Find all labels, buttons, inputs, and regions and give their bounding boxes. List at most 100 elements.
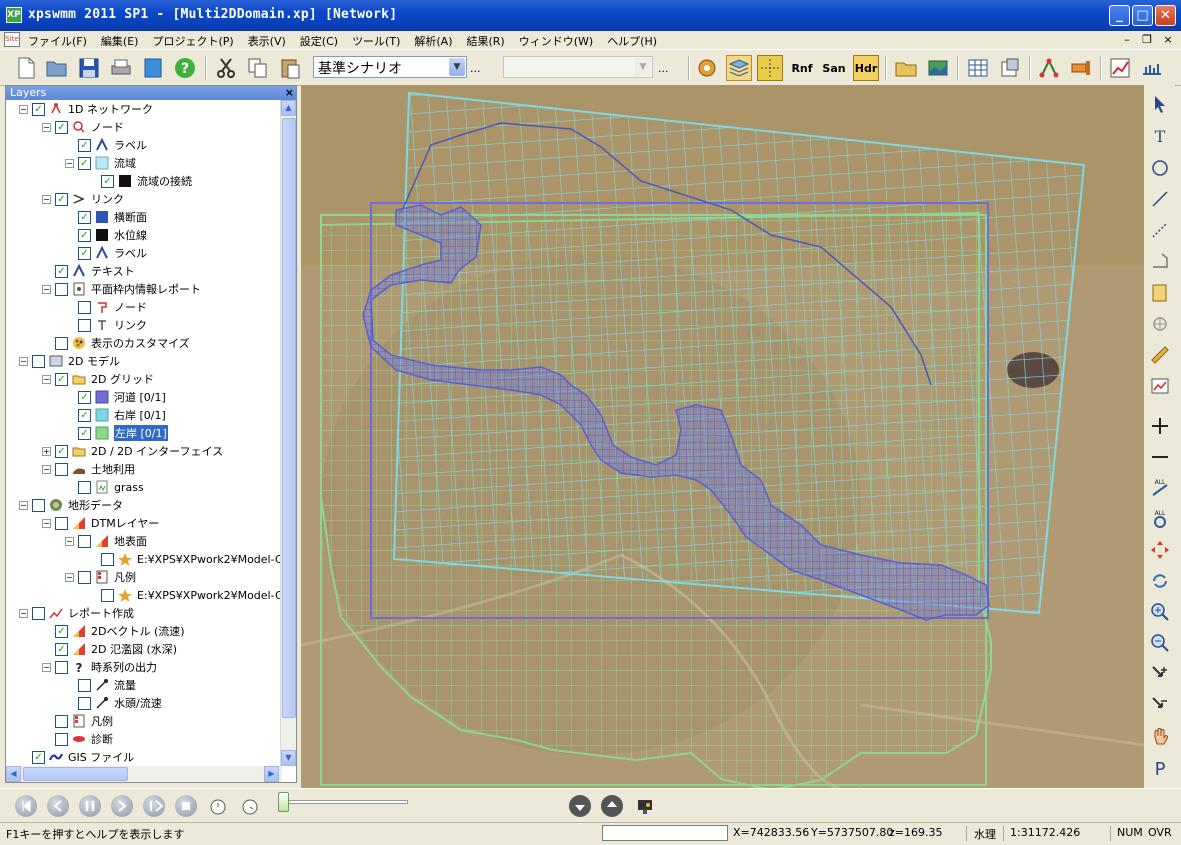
layer-row[interactable]: ✓ ラベル	[65, 136, 147, 154]
mdi-restore-button[interactable]: ❐	[1139, 33, 1155, 46]
step-forward-icon[interactable]	[111, 795, 133, 817]
timer-minus-icon[interactable]	[239, 795, 261, 817]
collapse-icon[interactable]: −	[42, 284, 51, 294]
minimize-button[interactable]: _	[1109, 5, 1130, 26]
zoom-out-icon[interactable]	[1147, 630, 1173, 656]
copy-icon[interactable]	[245, 55, 271, 81]
menu-item[interactable]: ファイル(F)	[28, 33, 87, 49]
play-icon[interactable]	[143, 795, 165, 817]
layer-visibility-checkbox[interactable]	[55, 714, 68, 728]
close-button[interactable]: ✕	[1155, 5, 1176, 26]
collapse-icon[interactable]: −	[42, 662, 51, 672]
collapse-icon[interactable]: −	[42, 464, 51, 474]
graph-icon[interactable]	[1147, 373, 1173, 399]
scroll-down-icon[interactable]: ▼	[281, 750, 296, 766]
grid-snap-icon[interactable]	[757, 55, 783, 81]
layer-row[interactable]: ✓ 水位線	[65, 226, 147, 244]
layer-visibility-checkbox[interactable]	[55, 516, 68, 530]
layer-row[interactable]: ✓ GIS ファイル	[19, 748, 134, 766]
select-arrow-icon[interactable]	[1147, 91, 1173, 117]
properties-icon[interactable]	[997, 55, 1023, 81]
layer-visibility-checkbox[interactable]: ✓	[55, 624, 68, 638]
layer-row[interactable]: 表示のカスタマイズ	[42, 334, 190, 352]
layer-visibility-checkbox[interactable]: ✓	[55, 372, 68, 386]
table-icon[interactable]	[965, 55, 991, 81]
move-down-icon[interactable]	[569, 795, 591, 817]
layer-visibility-checkbox[interactable]: ✓	[55, 192, 68, 206]
ruler-icon[interactable]	[1147, 342, 1173, 368]
layer-row[interactable]: − ✓ 2D グリッド	[42, 370, 154, 388]
collapse-icon[interactable]: −	[19, 356, 28, 366]
layer-visibility-checkbox[interactable]: ✓	[78, 210, 91, 224]
layer-row[interactable]: ✓ 右岸 [0/1]	[65, 406, 166, 424]
layer-visibility-checkbox[interactable]	[55, 462, 68, 476]
layer-row[interactable]: ✓ 河道 [0/1]	[65, 388, 166, 406]
layer-row[interactable]: ノード	[65, 298, 147, 316]
scroll-thumb[interactable]	[23, 767, 128, 781]
layer-row[interactable]: − ✓ 1D ネットワーク	[19, 100, 153, 118]
layer-visibility-checkbox[interactable]: ✓	[78, 426, 91, 440]
book-icon[interactable]	[140, 55, 166, 81]
layer-row[interactable]: − ✓ 流域	[65, 154, 136, 172]
layer-row[interactable]: リンク	[65, 316, 147, 334]
layer-visibility-checkbox[interactable]	[78, 318, 91, 332]
expand-icon[interactable]: +	[42, 446, 51, 456]
settings-gear-icon[interactable]	[694, 55, 720, 81]
crosshair-icon[interactable]	[1147, 311, 1173, 337]
sanitary-button[interactable]: San	[821, 55, 847, 81]
collapse-icon[interactable]: −	[42, 374, 51, 384]
pipe-icon[interactable]	[1068, 55, 1094, 81]
collapse-icon[interactable]: −	[19, 608, 28, 618]
profile-tool-icon[interactable]: P	[1147, 754, 1173, 780]
menu-item[interactable]: 設定(C)	[300, 33, 338, 49]
stop-icon[interactable]	[175, 795, 197, 817]
all-links-icon[interactable]: ALL	[1147, 475, 1173, 501]
layer-row[interactable]: ✓ 横断面	[65, 208, 147, 226]
zoom-in-icon[interactable]	[1147, 599, 1173, 625]
scroll-right-icon[interactable]: ▶	[264, 766, 279, 782]
layer-row[interactable]: + ✓ 2D / 2D インターフェイス	[42, 442, 223, 460]
zoom-window-out-icon[interactable]	[1147, 692, 1173, 718]
layer-visibility-checkbox[interactable]	[78, 480, 91, 494]
layer-row[interactable]: ✓ ラベル	[65, 244, 147, 262]
layer-row[interactable]: −? 時系列の出力	[42, 658, 157, 676]
layer-row[interactable]: ✓ テキスト	[42, 262, 135, 280]
report-icon[interactable]	[1147, 280, 1173, 306]
layer-row[interactable]: − ✓ ノード	[42, 118, 124, 136]
open-folder-icon[interactable]	[44, 55, 70, 81]
time-slider-knob[interactable]	[278, 792, 289, 812]
recorder-icon[interactable]	[634, 795, 656, 817]
layer-visibility-checkbox[interactable]	[78, 678, 91, 692]
layer-visibility-checkbox[interactable]	[78, 570, 91, 584]
runoff-button[interactable]: Rnf	[789, 55, 815, 81]
collapse-icon[interactable]: −	[65, 158, 74, 168]
layer-visibility-checkbox[interactable]	[78, 300, 91, 314]
layers-icon[interactable]	[726, 55, 752, 81]
layer-visibility-checkbox[interactable]: ✓	[55, 444, 68, 458]
save-icon[interactable]	[76, 55, 102, 81]
layer-visibility-checkbox[interactable]: ✓	[55, 120, 68, 134]
move-up-icon[interactable]	[601, 795, 623, 817]
new-file-icon[interactable]	[13, 55, 39, 81]
layer-row[interactable]: 診断	[42, 730, 113, 748]
time-slider[interactable]	[278, 792, 408, 812]
network-icon[interactable]	[1036, 55, 1062, 81]
collapse-icon[interactable]: −	[19, 104, 28, 114]
layer-visibility-checkbox[interactable]	[32, 606, 45, 620]
layer-visibility-checkbox[interactable]	[55, 660, 68, 674]
layer-row[interactable]: 流量	[65, 676, 136, 694]
layer-visibility-checkbox[interactable]	[101, 588, 114, 602]
layer-visibility-checkbox[interactable]: ✓	[101, 174, 114, 188]
layer-visibility-checkbox[interactable]	[78, 696, 91, 710]
collapse-icon[interactable]: −	[42, 518, 51, 528]
menu-item[interactable]: 解析(A)	[414, 33, 452, 49]
pan-arrows-icon[interactable]	[1147, 537, 1173, 563]
layers-panel-close-button[interactable]: ×	[285, 86, 294, 100]
layer-visibility-checkbox[interactable]	[32, 498, 45, 512]
step-back-icon[interactable]	[47, 795, 69, 817]
scenario-select[interactable]: 基準シナリオ ▼	[313, 56, 467, 78]
aerial-map[interactable]	[301, 85, 1144, 788]
paste-icon[interactable]	[277, 55, 303, 81]
zoom-window-in-icon[interactable]	[1147, 661, 1173, 687]
vertical-scrollbar[interactable]: ▲ ▼	[280, 100, 296, 766]
